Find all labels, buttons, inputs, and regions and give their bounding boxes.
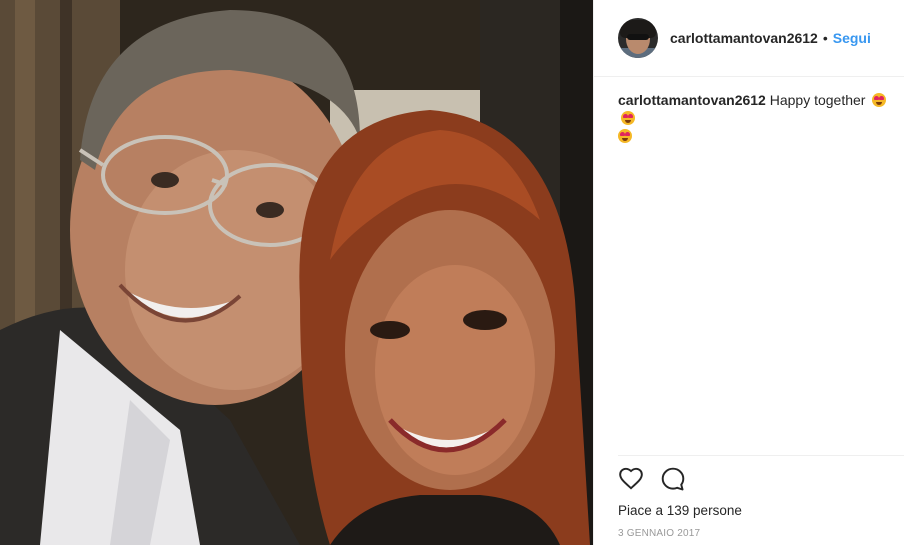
follow-button[interactable]: Segui — [833, 30, 871, 46]
caption: carlottamantovan2612 Happy together — [594, 77, 916, 145]
heart-eyes-emoji-icon — [621, 111, 635, 125]
instagram-post: carlottamantovan2612 • Segui carlottaman… — [0, 0, 916, 545]
photo-illustration — [0, 0, 593, 545]
post-date: 3 GENNAIO 2017 — [618, 528, 701, 539]
likes-count[interactable]: Piace a 139 persone — [618, 503, 904, 518]
post-photo[interactable] — [0, 0, 593, 545]
separator-dot: • — [822, 30, 828, 46]
post-header: carlottamantovan2612 • Segui — [594, 0, 904, 77]
action-icons — [618, 465, 904, 493]
caption-username-link[interactable]: carlottamantovan2612 — [618, 92, 766, 108]
heart-outline-icon[interactable] — [618, 466, 644, 492]
post-actions: Piace a 139 persone 3 GENNAIO 2017 — [618, 455, 904, 539]
comment-bubble-icon[interactable] — [660, 466, 686, 492]
caption-text: Happy together — [769, 92, 866, 108]
heart-eyes-emoji-icon — [872, 93, 887, 107]
avatar[interactable] — [618, 18, 658, 58]
post-sidebar: carlottamantovan2612 • Segui carlottaman… — [593, 0, 916, 545]
heart-eyes-emoji-icon — [618, 129, 632, 143]
likes-text: Piace a 139 persone — [618, 503, 742, 518]
header-username-link[interactable]: carlottamantovan2612 — [670, 30, 818, 46]
